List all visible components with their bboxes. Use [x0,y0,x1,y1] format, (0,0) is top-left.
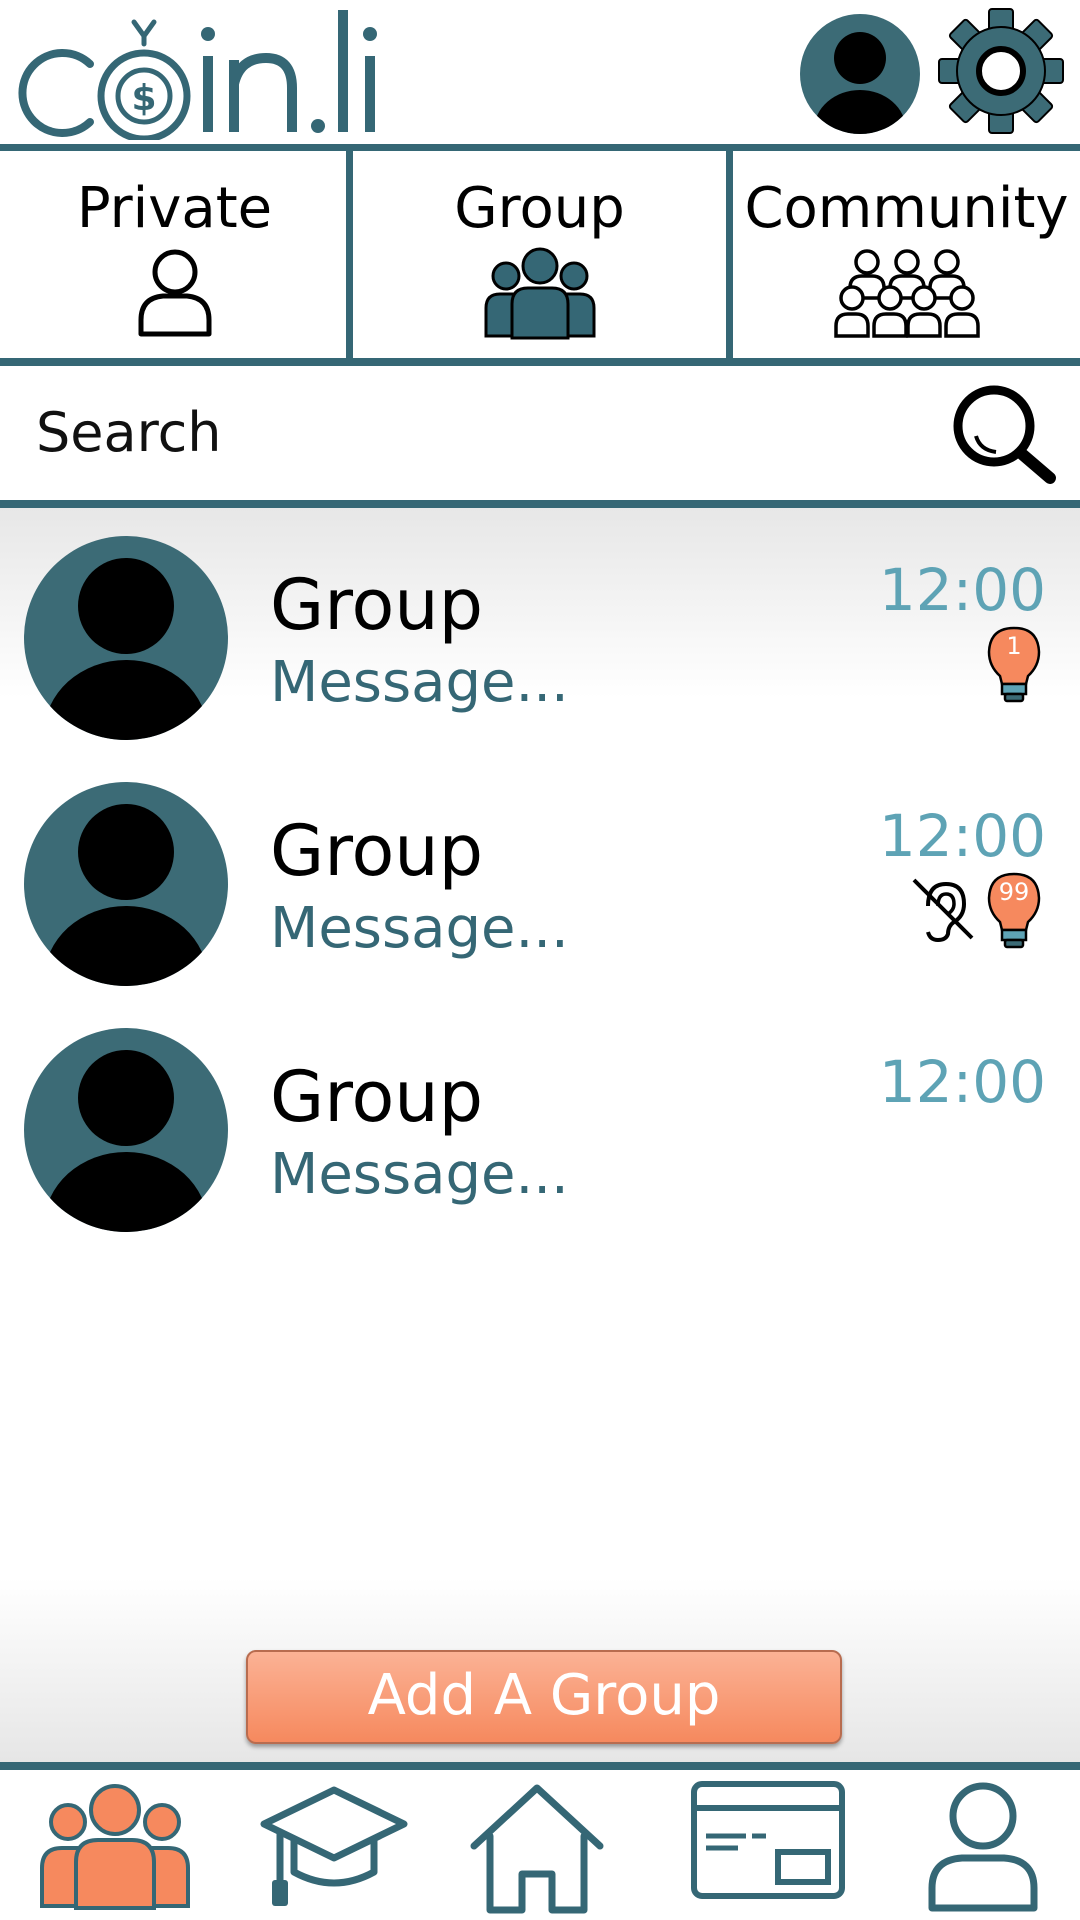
header: $ [0,0,1080,146]
group-icon [40,1784,190,1910]
magnifier-icon[interactable] [950,382,1058,486]
conversation-preview: Message... [270,896,569,961]
conversation-title: Group [270,564,484,646]
nav-learn[interactable] [258,1780,418,1920]
conversation-title: Group [270,810,484,892]
search-bar [0,368,1080,498]
bottom-nav-divider [0,1762,1080,1770]
group-icon [482,246,598,344]
tab-divider [726,146,733,360]
tab-group[interactable]: Group [353,146,726,360]
nav-profile[interactable] [928,1780,1080,1920]
gear-icon[interactable] [936,6,1066,136]
group-avatar-icon [22,780,230,988]
tab-divider [346,146,353,360]
profile-avatar-icon[interactable] [798,12,922,136]
conversation-preview: Message... [270,650,569,715]
search-divider [0,500,1080,508]
nav-card[interactable] [690,1780,850,1920]
unread-count: 99 [998,878,1030,906]
tab-community-label: Community [744,176,1069,241]
svg-text:$: $ [131,78,156,119]
tab-bar: Private Group Community [0,146,1080,360]
person-outline-icon [928,1782,1038,1912]
conversation-list: Group Message... 12:00 1 Group Message..… [0,508,1080,1762]
list-item[interactable]: Group Message... 12:00 1 [0,508,1080,740]
person-outline-icon [135,246,215,342]
unread-count: 1 [1006,632,1022,660]
nav-groups[interactable] [38,1780,198,1920]
group-avatar-icon [22,1026,230,1234]
conversation-time: 12:00 [878,556,1046,624]
conversation-preview: Message... [270,1142,569,1207]
tab-private-label: Private [76,176,273,241]
credit-card-icon [691,1781,845,1899]
logo-wordmark: $ [18,10,377,143]
graduation-cap-icon [260,1786,408,1906]
app-root: $ Private Group Community Search Group M… [0,0,1080,1920]
bottom-nav [0,1770,1080,1920]
list-item[interactable]: Group Message... 12:00 99 [0,754,1080,986]
conversation-time: 12:00 [878,802,1046,870]
tab-community[interactable]: Community [733,146,1080,360]
add-group-button[interactable]: Add A Group [246,1650,842,1744]
conversation-time: 12:00 [878,1048,1046,1116]
list-item[interactable]: Group Message... 12:00 [0,1000,1080,1232]
app-logo[interactable]: $ [8,4,398,143]
search-input[interactable] [36,396,916,468]
tab-private[interactable]: Private [0,146,349,360]
tabs-divider [0,358,1080,366]
muted-ear-icon [910,876,976,943]
group-avatar-icon [22,534,230,742]
conversation-title: Group [270,1056,484,1138]
unread-lightbulb-icon: 1 [986,626,1042,704]
community-icon [833,246,980,344]
house-icon [470,1784,604,1914]
unread-lightbulb-icon: 99 [986,872,1042,950]
tab-group-label: Group [454,176,625,241]
nav-home[interactable] [468,1780,628,1920]
